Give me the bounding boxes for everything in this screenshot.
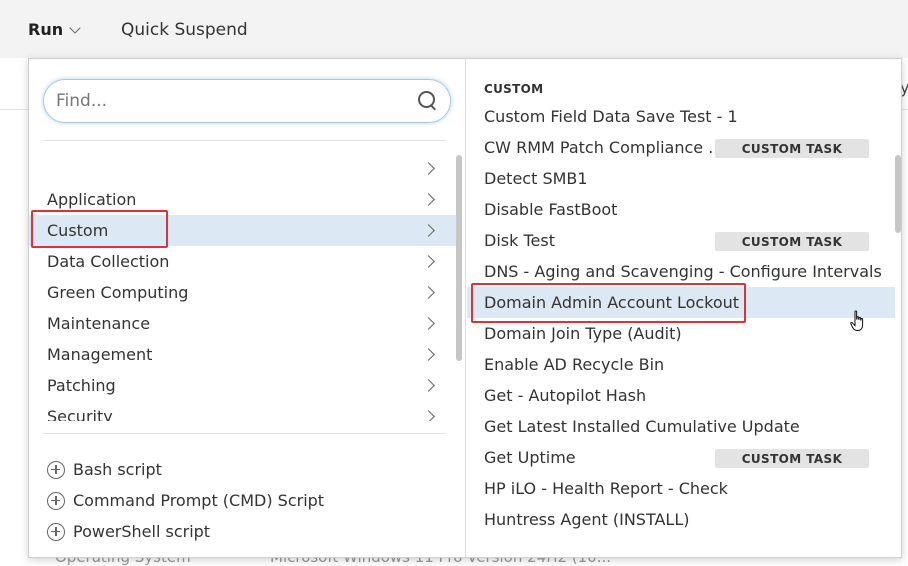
quick-suspend-button[interactable]: Quick Suspend	[121, 20, 248, 40]
top-toolbar: Run Quick Suspend	[0, 0, 908, 58]
run-menu-button[interactable]: Run	[28, 20, 81, 39]
category-item-data-collection[interactable]: Data Collection	[29, 246, 459, 277]
category-item-green-computing[interactable]: Green Computing	[29, 277, 459, 308]
divider	[43, 433, 446, 434]
task-label: Enable AD Recycle Bin	[484, 355, 665, 374]
task-list: Custom Field Data Save Test - 1 CW RMM P…	[467, 101, 895, 535]
task-item[interactable]: Get Uptime CUSTOM TASK	[467, 442, 895, 473]
custom-task-badge: CUSTOM TASK	[715, 449, 869, 468]
task-label: Get - Autopilot Hash	[484, 386, 647, 405]
task-label: Huntress Agent (INSTALL)	[484, 510, 690, 529]
category-item-management[interactable]: Management	[29, 339, 459, 370]
chevron-right-icon	[422, 379, 435, 392]
task-label: Detect SMB1	[484, 169, 588, 188]
new-powershell-script-button[interactable]: PowerShell script	[47, 516, 324, 547]
category-item-application[interactable]: Application	[29, 184, 459, 215]
category-label: Custom	[47, 221, 109, 240]
task-label: Domain Admin Account Lockout	[484, 293, 740, 312]
chevron-right-icon	[422, 317, 435, 330]
chevron-right-icon	[422, 193, 435, 206]
chevron-right-icon	[422, 224, 435, 237]
hand-pointer-icon	[850, 310, 864, 331]
task-label: DNS - Aging and Scavenging - Configure I…	[484, 262, 882, 281]
category-label: Application	[47, 190, 137, 209]
task-label: CW RMM Patch Compliance ...	[484, 138, 724, 157]
task-label: Custom Field Data Save Test - 1	[484, 107, 738, 126]
task-label: Disk Test	[484, 231, 555, 250]
task-item[interactable]: Enable AD Recycle Bin	[467, 349, 895, 380]
chevron-right-icon	[422, 286, 435, 299]
task-item[interactable]: Domain Join Type (Audit)	[467, 318, 895, 349]
category-label: Data Collection	[47, 252, 170, 271]
run-dropdown-panel: Application Custom Data Collection Green…	[28, 58, 902, 558]
divider	[43, 140, 446, 141]
script-label: PowerShell script	[73, 522, 211, 541]
category-label: Green Computing	[47, 283, 189, 302]
task-item[interactable]: Huntress Agent (INSTALL)	[467, 504, 895, 535]
task-item[interactable]: HP iLO - Health Report - Check	[467, 473, 895, 504]
run-label: Run	[28, 20, 64, 39]
new-cmd-script-button[interactable]: Command Prompt (CMD) Script	[47, 485, 324, 516]
task-pane: CUSTOM Custom Field Data Save Test - 1 C…	[467, 59, 901, 557]
script-label: Command Prompt (CMD) Script	[73, 491, 325, 510]
task-item[interactable]: Detect SMB1	[467, 163, 895, 194]
category-item-unnamed[interactable]	[29, 153, 459, 184]
task-item[interactable]: Disk Test CUSTOM TASK	[467, 225, 895, 256]
script-list: Bash script Command Prompt (CMD) Script …	[47, 454, 324, 547]
task-label: Domain Join Type (Audit)	[484, 324, 682, 343]
custom-task-badge: CUSTOM TASK	[715, 232, 869, 251]
plus-circle-icon	[47, 460, 65, 479]
search-box[interactable]	[43, 79, 451, 123]
category-item-maintenance[interactable]: Maintenance	[29, 308, 459, 339]
task-item[interactable]: Disable FastBoot	[467, 194, 895, 225]
plus-circle-icon	[47, 522, 65, 541]
task-item-domain-admin-account-lockout[interactable]: Domain Admin Account Lockout	[467, 287, 895, 318]
task-scrollbar[interactable]	[895, 155, 901, 233]
category-item-security[interactable]: Security	[29, 401, 459, 421]
plus-circle-icon	[47, 491, 65, 510]
task-label: Get Latest Installed Cumulative Update	[484, 417, 800, 436]
category-label: Maintenance	[47, 314, 151, 333]
category-item-patching[interactable]: Patching	[29, 370, 459, 401]
section-heading: CUSTOM	[484, 82, 544, 96]
task-item[interactable]: Custom Field Data Save Test - 1	[467, 101, 895, 132]
task-item[interactable]: CW RMM Patch Compliance ... CUSTOM TASK	[467, 132, 895, 163]
category-pane: Application Custom Data Collection Green…	[29, 59, 466, 557]
category-list: Application Custom Data Collection Green…	[29, 153, 459, 421]
task-item[interactable]: Get - Autopilot Hash	[467, 380, 895, 411]
task-item[interactable]: Get Latest Installed Cumulative Update	[467, 411, 895, 442]
task-item[interactable]: DNS - Aging and Scavenging - Configure I…	[467, 256, 895, 287]
task-label: HP iLO - Health Report - Check	[484, 479, 728, 498]
search-input[interactable]	[56, 91, 418, 111]
task-label: Disable FastBoot	[484, 200, 618, 219]
chevron-right-icon	[422, 162, 435, 175]
chevron-right-icon	[422, 255, 435, 268]
category-label: Management	[47, 345, 153, 364]
hand-pointer-shape	[850, 310, 864, 331]
search-icon[interactable]	[418, 91, 438, 111]
category-label: Patching	[47, 376, 116, 395]
chevron-down-icon	[69, 21, 81, 34]
category-item-custom[interactable]: Custom	[29, 215, 459, 246]
task-label: Get Uptime	[484, 448, 576, 467]
script-label: Bash script	[73, 460, 162, 479]
chevron-right-icon	[422, 348, 435, 361]
new-bash-script-button[interactable]: Bash script	[47, 454, 324, 485]
category-scrollbar[interactable]	[456, 155, 462, 361]
chevron-right-icon	[422, 410, 435, 421]
category-label: Security	[47, 407, 113, 421]
custom-task-badge: CUSTOM TASK	[715, 139, 869, 158]
